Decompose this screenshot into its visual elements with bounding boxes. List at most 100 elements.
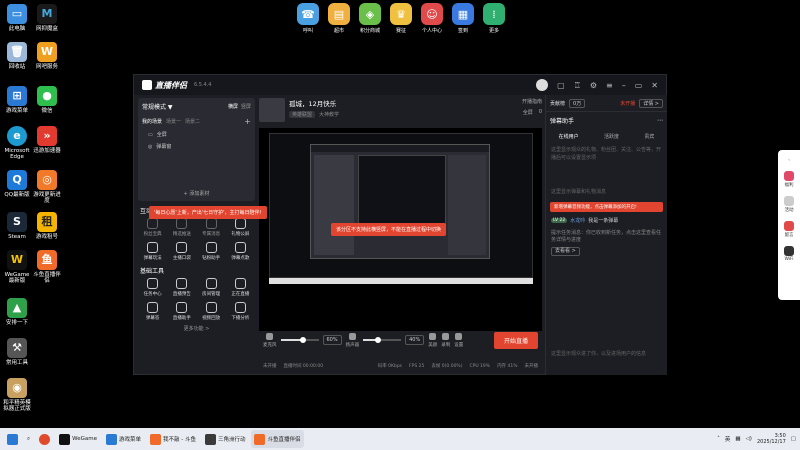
sub-tag[interactable]: 大神教学: [319, 111, 339, 118]
launcher-points-mall[interactable]: ◈ 积分商城: [357, 3, 383, 34]
tray-chevron-icon[interactable]: ˄: [717, 436, 720, 442]
audio-feature-toast[interactable]: 新增弹幕音频功能，点击弹幕添加的开启!: [550, 201, 663, 212]
launcher-checkin[interactable]: ▦ 签到: [450, 3, 476, 34]
taskbar-search[interactable]: ⌕: [24, 430, 33, 448]
launcher-call[interactable]: ☎ 呼叫: [295, 3, 321, 34]
clock[interactable]: 3:50 2025/12/17: [757, 433, 786, 446]
launcher-more[interactable]: ⁞ 更多: [481, 3, 507, 34]
tool-video-replay[interactable]: 视频回放: [197, 302, 226, 321]
taskbar-delta[interactable]: 三角洲行动: [202, 430, 249, 448]
mic-slider-knob[interactable]: [300, 337, 307, 343]
record-button[interactable]: 录制: [441, 332, 450, 348]
promo-toast[interactable]: '每日心愿'上新，产出'七日守护'，主打每日陪伴!: [149, 206, 267, 219]
desktop-icon-qq[interactable]: Q QQ最新版: [2, 170, 32, 198]
contribution-tab[interactable]: 贡献榜: [550, 100, 565, 107]
desktop-icon-update-progress[interactable]: ◎ 游戏更新进度: [32, 170, 62, 205]
tool-offline-analysis[interactable]: 下播分析: [226, 302, 255, 321]
desktop-icon-computer[interactable]: ▭ 此电脑: [2, 4, 32, 32]
tab-activity[interactable]: 活跃度: [604, 133, 619, 140]
user-nickname[interactable]: 水龙吟: [570, 217, 585, 224]
cover-thumbnail[interactable]: [259, 98, 285, 122]
desktop-icon-peace-elite[interactable]: ◉ 和平精英模拟器正式版: [2, 378, 32, 413]
tool-fan-guide[interactable]: 粉丝宝典: [138, 218, 167, 237]
source-item[interactable]: ◎ 弹幕窗: [142, 143, 251, 151]
avatar[interactable]: [536, 79, 549, 91]
tool-exclusive-msg[interactable]: 专属消息: [197, 218, 226, 237]
scene-tab-mine[interactable]: 我的场景: [142, 118, 162, 125]
start-button[interactable]: [4, 430, 21, 448]
menu-icon[interactable]: ≡: [606, 81, 613, 90]
live-guide-link[interactable]: 开播指南: [522, 98, 542, 105]
side-wifi[interactable]: WiFi: [778, 246, 800, 262]
message-icon[interactable]: ▢: [557, 81, 565, 90]
speaker-slider[interactable]: [363, 337, 402, 343]
side-collapse[interactable]: ‹: [778, 158, 800, 163]
beauty-button[interactable]: 美颜: [428, 332, 437, 348]
detail-button[interactable]: 详情 >: [639, 98, 663, 108]
stream-preview[interactable]: '每日心愿'上新，产出'七日守护'，主打每日陪伴! 该分区不支持此横竖屏，不能在…: [149, 128, 542, 331]
task-notice-link[interactable]: 去看看 >: [551, 246, 580, 256]
taskbar-chrome[interactable]: [36, 430, 53, 448]
speaker-toggle[interactable]: 扬声器: [346, 332, 359, 348]
network-icon[interactable]: ▦: [735, 436, 740, 442]
start-live-button[interactable]: 开始直播: [493, 331, 538, 349]
taskbar-douyu-tab[interactable]: 我不敲 - 斗鱼: [147, 430, 199, 448]
desktop-icon-tools[interactable]: ⚒ 常用工具: [2, 338, 32, 366]
tool-now-live[interactable]: 正在直播: [226, 278, 255, 297]
settings-icon[interactable]: ⚙: [590, 81, 597, 90]
desktop-icon-wegame[interactable]: W WeGame最新版: [2, 250, 32, 285]
more-features-button[interactable]: 更多功能 >: [138, 325, 255, 332]
desktop-icon-game-menu[interactable]: ⊞ 游戏菜单: [2, 86, 32, 114]
minimize-icon[interactable]: –: [622, 81, 626, 90]
desktop-icon-w-service[interactable]: W 网吧服务: [32, 42, 62, 70]
tool-room-manage[interactable]: 房间管理: [197, 278, 226, 297]
mode-select[interactable]: 常规模式 ▼: [142, 102, 173, 111]
launcher-profile[interactable]: ☺ 个人中心: [419, 3, 445, 34]
orientation-toast[interactable]: 该分区不支持此横竖屏，不能在直播过程中切换: [331, 223, 447, 236]
desktop-icon-steam[interactable]: S Steam: [2, 212, 32, 240]
volume-icon[interactable]: ◁): [746, 436, 752, 442]
desktop-icon-wechat[interactable]: ● 微信: [32, 86, 62, 114]
notification-icon[interactable]: ▢: [791, 436, 796, 442]
add-material-button[interactable]: + 添加素材: [138, 190, 255, 197]
close-icon[interactable]: ✕: [651, 81, 658, 90]
launcher-market[interactable]: ▤ 超市: [326, 3, 352, 34]
mic-toggle[interactable]: 麦克风: [263, 332, 277, 348]
taskbar-game-menu[interactable]: 游戏菜单: [103, 430, 144, 448]
category-tag[interactable]: 英雄联盟: [289, 111, 316, 118]
tool-song-request[interactable]: 弹幕点歌: [226, 242, 255, 261]
speaker-slider-knob[interactable]: [375, 337, 382, 343]
bullet-menu-icon[interactable]: ⋯: [657, 117, 663, 124]
tool-bullet-play[interactable]: 弹幕玩法: [138, 242, 167, 261]
settings-button[interactable]: 设置: [454, 332, 463, 348]
tool-pocket[interactable]: 主播口袋: [167, 242, 196, 261]
desktop-icon-recycle-bin[interactable]: 🗑 回收站: [2, 42, 32, 70]
tool-live-assistant[interactable]: 直播助手: [167, 302, 196, 321]
tool-task-center[interactable]: 任务中心: [138, 278, 167, 297]
tool-bullet-answer[interactable]: 弹幕答: [138, 302, 167, 321]
scene-tab-2[interactable]: 场景二: [185, 118, 200, 125]
tool-diamond-fan[interactable]: 钻粉助手: [197, 242, 226, 261]
fullscreen-button[interactable]: 全屏: [523, 109, 533, 116]
clothes-icon[interactable]: ♖: [574, 81, 581, 90]
desktop-icon-accelerator[interactable]: » 迅游加速器: [32, 126, 62, 154]
desktop-icon-edge[interactable]: e Microsoft Edge: [2, 126, 32, 161]
side-welfare[interactable]: 福利: [778, 171, 800, 188]
speaker-percent[interactable]: 40%: [405, 335, 425, 345]
tab-vip[interactable]: 贵宾: [644, 133, 654, 140]
desktop-icon-arrange[interactable]: ▲ 安排一下: [2, 298, 32, 326]
side-message[interactable]: 留言: [778, 221, 800, 238]
side-activity[interactable]: 活动: [778, 196, 800, 213]
taskbar-douyu-companion[interactable]: 斗鱼直播伴侣: [251, 430, 304, 448]
mic-slider[interactable]: [280, 337, 319, 343]
tab-portrait[interactable]: 竖屏: [241, 103, 251, 110]
desktop-icon-douyu[interactable]: 鱼斗鱼直播伴侣: [32, 250, 62, 285]
desktop-icon-m-app[interactable]: M 网抑魔盒: [32, 4, 62, 32]
stream-title[interactable]: 孤城，12月快乐: [289, 98, 339, 108]
tool-live-preview[interactable]: 直播预告: [167, 278, 196, 297]
launcher-contest[interactable]: ♛ 赛征: [388, 3, 414, 34]
add-scene-icon[interactable]: +: [244, 117, 251, 126]
tab-landscape[interactable]: 横屏: [228, 103, 238, 110]
tool-push[interactable]: 精选推送: [167, 218, 196, 237]
tab-online-users[interactable]: 在线用户: [559, 133, 579, 140]
